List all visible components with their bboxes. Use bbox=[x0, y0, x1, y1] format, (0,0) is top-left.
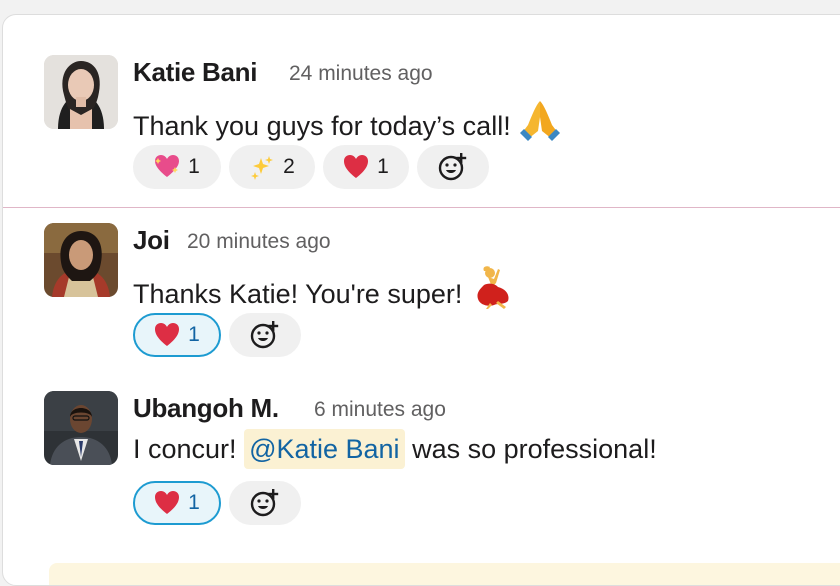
user-mention[interactable]: @Katie Bani bbox=[244, 429, 405, 469]
message-body: Thank you guys for today’s call! bbox=[133, 111, 511, 141]
reaction-sparkles[interactable]: 2 bbox=[229, 145, 315, 189]
author-name[interactable]: Ubangoh M. bbox=[133, 393, 279, 424]
add-reaction-icon bbox=[438, 153, 467, 181]
avatar-joi[interactable] bbox=[44, 223, 118, 297]
red-heart-icon bbox=[155, 491, 180, 514]
red-heart-icon bbox=[344, 155, 369, 178]
reaction-count: 1 bbox=[188, 491, 200, 514]
add-reaction-button[interactable] bbox=[417, 145, 489, 189]
reactions-bar: 1 bbox=[133, 481, 301, 525]
sparkling-heart-icon bbox=[155, 155, 180, 177]
message-text: I concur! @Katie Bani was so professiona… bbox=[133, 429, 657, 469]
reactions-bar: 1 2 1 bbox=[133, 145, 489, 189]
message-body: Thanks Katie! You're super! bbox=[133, 279, 463, 309]
dancer-emoji bbox=[470, 265, 514, 316]
timestamp[interactable]: 6 minutes ago bbox=[314, 398, 446, 422]
reaction-count: 1 bbox=[377, 155, 389, 178]
timestamp[interactable]: 24 minutes ago bbox=[289, 62, 433, 86]
avatar-ubangoh-m[interactable] bbox=[44, 391, 118, 465]
add-reaction-button[interactable] bbox=[229, 481, 301, 525]
reaction-count: 2 bbox=[283, 155, 295, 178]
highlighted-message-edge bbox=[49, 563, 840, 585]
message-body-end: was so professional! bbox=[412, 434, 657, 464]
sparkles-icon bbox=[251, 156, 274, 180]
reactions-bar: 1 bbox=[133, 313, 301, 357]
reaction-count: 1 bbox=[188, 155, 200, 178]
reaction-red-heart[interactable]: 1 bbox=[323, 145, 409, 189]
author-name[interactable]: Katie Bani bbox=[133, 57, 257, 88]
message-text: Thank you guys for today’s call! bbox=[133, 97, 562, 148]
message-body-start: I concur! bbox=[133, 434, 237, 464]
add-reaction-icon bbox=[250, 321, 279, 349]
reaction-red-heart[interactable]: 1 bbox=[133, 313, 221, 357]
reaction-sparkling-heart[interactable]: 1 bbox=[133, 145, 221, 189]
message-text: Thanks Katie! You're super! bbox=[133, 265, 514, 316]
message-list: Katie Bani 24 minutes ago Thank you guys… bbox=[2, 14, 840, 586]
add-reaction-button[interactable] bbox=[229, 313, 301, 357]
author-name[interactable]: Joi bbox=[133, 225, 170, 256]
folded-hands-emoji bbox=[518, 97, 562, 148]
reaction-count: 1 bbox=[188, 323, 200, 346]
timestamp[interactable]: 20 minutes ago bbox=[187, 230, 331, 254]
new-messages-divider bbox=[3, 207, 840, 208]
add-reaction-icon bbox=[250, 489, 279, 517]
avatar-katie-bani[interactable] bbox=[44, 55, 118, 129]
reaction-red-heart[interactable]: 1 bbox=[133, 481, 221, 525]
red-heart-icon bbox=[155, 323, 180, 346]
